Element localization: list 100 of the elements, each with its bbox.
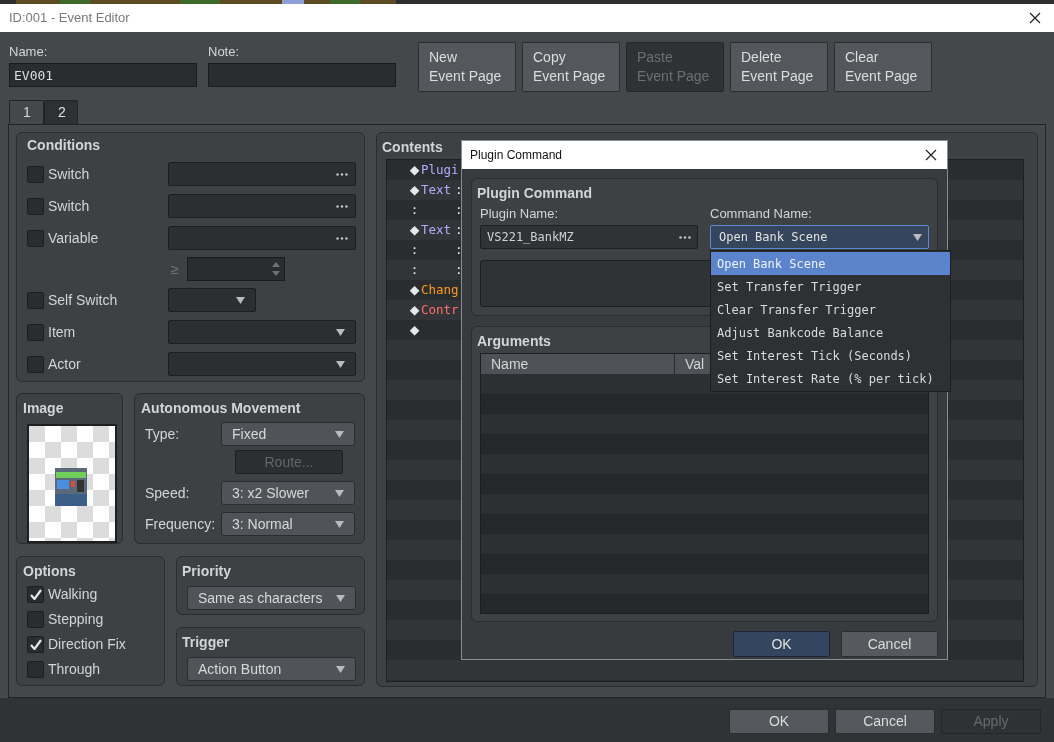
- command-name-dropdown[interactable]: Open Bank Scene: [710, 225, 929, 249]
- command-name[interactable]: Contr: [421, 301, 459, 317]
- command-name[interactable]: Text: [421, 181, 452, 197]
- command-marker: ◆: [409, 321, 420, 339]
- caret-icon: [336, 594, 345, 602]
- caret-icon: [335, 489, 344, 497]
- picker-field[interactable]: [168, 162, 356, 186]
- checkbox[interactable]: [27, 355, 44, 373]
- option-label: Direction Fix: [48, 635, 126, 654]
- dropdown[interactable]: Same as characters: [187, 586, 356, 610]
- separator: :: [455, 261, 463, 277]
- caret-icon: [336, 665, 345, 673]
- page-button[interactable]: Delete Event Page: [730, 42, 828, 92]
- command-name[interactable]: Text: [421, 221, 452, 237]
- dropdown[interactable]: [168, 288, 256, 312]
- group-title: Contents: [382, 138, 443, 156]
- group-title: Conditions: [27, 136, 101, 154]
- dropdown[interactable]: [168, 320, 356, 344]
- menu-item[interactable]: Adjust Bankcode Balance: [711, 321, 950, 344]
- dialog-button[interactable]: Cancel: [841, 631, 938, 657]
- name-field[interactable]: EV001: [9, 63, 197, 87]
- separator: :: [455, 221, 463, 237]
- ellipsis-icon: [336, 204, 348, 208]
- condition-label: Variable: [48, 228, 99, 248]
- field-label: Name:: [9, 43, 48, 60]
- checkbox[interactable]: [27, 586, 44, 603]
- ellipsis-icon: [336, 236, 348, 240]
- dialog-title: Plugin Command: [470, 147, 563, 164]
- caret-icon: [336, 360, 345, 368]
- picker-field[interactable]: [168, 194, 356, 218]
- menu-item[interactable]: Clear Transfer Trigger: [711, 298, 950, 321]
- group-title: Options: [23, 562, 76, 580]
- option-label: Through: [48, 660, 101, 679]
- group-title: Plugin Command: [477, 184, 593, 202]
- command-marker: ◆: [409, 301, 420, 319]
- number-spinner[interactable]: [187, 257, 285, 281]
- field-label: Plugin Name:: [480, 205, 559, 223]
- field-label: Speed:: [144, 483, 190, 503]
- condition-label: Actor: [48, 354, 81, 374]
- caret-icon: [913, 233, 922, 241]
- picker-field[interactable]: [168, 226, 356, 250]
- menu-item[interactable]: Set Interest Tick (Seconds): [711, 344, 950, 367]
- footer-button[interactable]: OK: [729, 709, 829, 734]
- caret-icon: [335, 430, 344, 438]
- dropdown[interactable]: Action Button: [187, 657, 356, 681]
- tab[interactable]: 1: [9, 100, 44, 124]
- option-label: Stepping: [48, 610, 104, 629]
- tab[interactable]: 2: [44, 100, 78, 124]
- condition-label: Switch: [48, 196, 90, 216]
- dropdown[interactable]: Fixed: [221, 422, 355, 446]
- menu-item[interactable]: Set Transfer Trigger: [711, 275, 950, 298]
- footer-button[interactable]: Cancel: [835, 709, 935, 734]
- separator: :: [455, 241, 463, 257]
- checkmark-icon: [29, 639, 42, 650]
- continuation-mark: :: [410, 240, 419, 259]
- checkbox[interactable]: [27, 323, 44, 341]
- menu-item[interactable]: Open Bank Scene: [711, 252, 950, 275]
- menu-item[interactable]: Set Interest Rate (% per tick): [711, 367, 950, 390]
- field-label: Type:: [144, 424, 180, 444]
- checkmark-icon: [29, 589, 42, 600]
- command-name[interactable]: Chang: [421, 281, 459, 297]
- group-title: Trigger: [182, 633, 230, 651]
- dropdown[interactable]: 3: Normal: [221, 512, 355, 536]
- comparison-symbol: ≥: [171, 259, 180, 279]
- command-name[interactable]: Plugi: [421, 161, 459, 177]
- page-button[interactable]: New Event Page: [418, 42, 516, 92]
- page-button[interactable]: Clear Event Page: [834, 42, 932, 92]
- checkbox[interactable]: [27, 611, 44, 628]
- dropdown[interactable]: 3: x2 Slower: [221, 481, 355, 505]
- checkbox[interactable]: [27, 165, 44, 183]
- condition-label: Item: [48, 322, 76, 342]
- command-marker: ◆: [409, 181, 420, 199]
- checkbox[interactable]: [27, 229, 44, 247]
- dropdown[interactable]: [168, 352, 356, 376]
- command-marker: ◆: [409, 281, 420, 299]
- field-label: Note:: [208, 43, 240, 60]
- caret-icon: [335, 520, 344, 528]
- continuation-mark: :: [410, 260, 419, 279]
- group-title: Arguments: [477, 332, 551, 350]
- condition-label: Switch: [48, 164, 90, 184]
- caret-icon: [236, 296, 245, 304]
- plugin-name-field[interactable]: VS221_BankMZ: [480, 225, 698, 249]
- column-header[interactable]: Name: [481, 354, 675, 374]
- condition-label: Self Switch: [48, 290, 118, 310]
- checkbox[interactable]: [27, 291, 44, 309]
- group-title: Priority: [182, 562, 231, 580]
- checkbox[interactable]: [27, 197, 44, 215]
- ok-button[interactable]: OK: [733, 631, 830, 657]
- option-label: Walking: [48, 585, 98, 604]
- group-title: Image: [23, 399, 64, 417]
- command-marker: ◆: [409, 161, 420, 179]
- close-icon[interactable]: [1029, 12, 1041, 24]
- note-field[interactable]: [208, 63, 396, 87]
- checkbox[interactable]: [27, 636, 44, 653]
- page-button[interactable]: Copy Event Page: [522, 42, 620, 92]
- field-label: Frequency:: [144, 514, 216, 534]
- checkbox[interactable]: [27, 661, 44, 678]
- close-icon[interactable]: [925, 149, 937, 161]
- group-title: Autonomous Movement: [141, 399, 301, 417]
- continuation-mark: :: [410, 200, 419, 219]
